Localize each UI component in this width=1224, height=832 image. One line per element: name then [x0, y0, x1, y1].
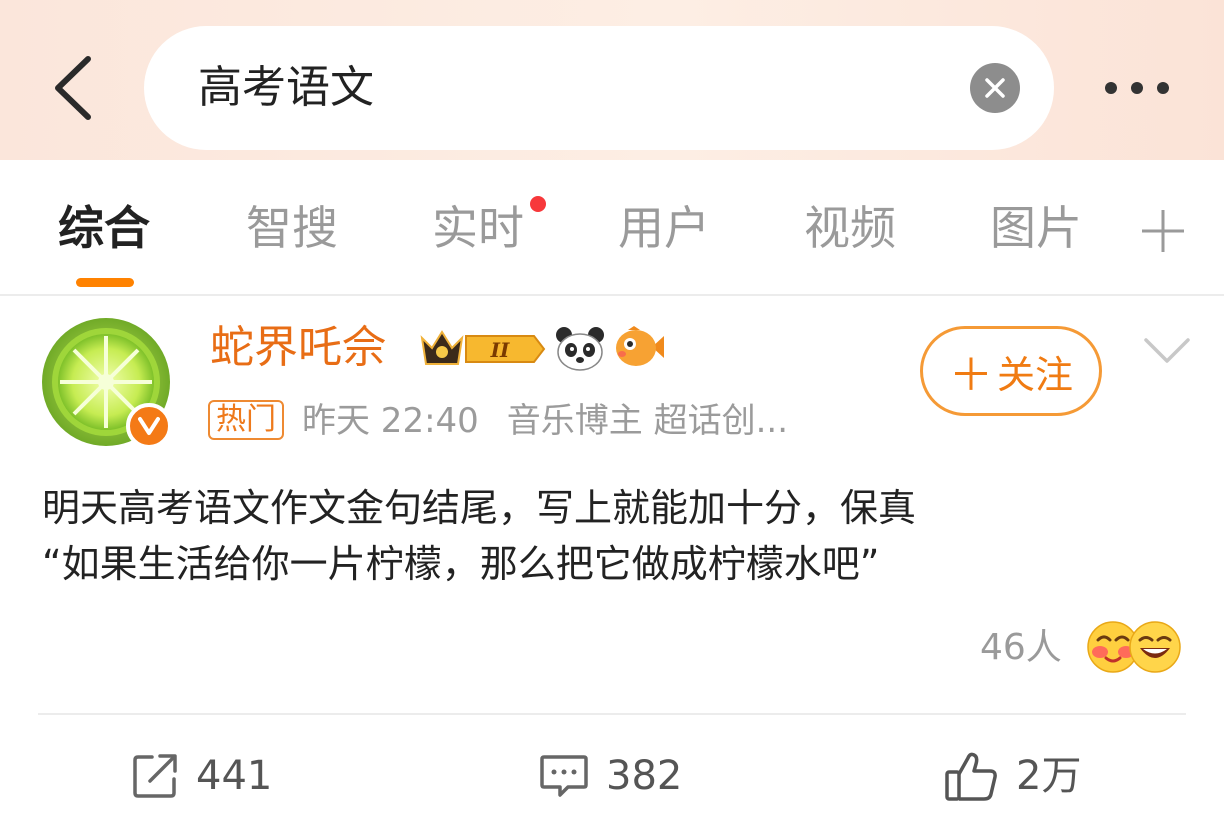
- grin-emoji-icon: [1129, 621, 1181, 673]
- comment-button[interactable]: 382: [538, 746, 682, 806]
- plus-icon[interactable]: [1138, 206, 1188, 256]
- more-dot: [1157, 82, 1169, 94]
- hot-tag: 热门: [208, 400, 284, 440]
- post-text-line: “如果生活给你一片柠檬，那么把它做成柠檬水吧”: [42, 542, 880, 586]
- search-tabs: 综合 智搜 实时 用户 视频 图片: [0, 160, 1224, 296]
- post-meta: 热门 昨天 22:40 音乐博主 超话创...: [208, 398, 788, 444]
- follow-label: 关注: [996, 352, 1073, 397]
- close-icon: [985, 78, 1005, 98]
- user-description: 音乐博主 超话创...: [506, 401, 789, 441]
- tab-realtime[interactable]: 实时: [432, 198, 524, 258]
- search-query-text: 高考语文: [198, 62, 374, 113]
- clear-search-button[interactable]: [970, 63, 1020, 113]
- tab-users[interactable]: 用户: [618, 198, 710, 258]
- like-count: 2万: [1016, 753, 1082, 799]
- more-dot: [1131, 82, 1143, 94]
- crown-level-badge: II: [420, 330, 546, 365]
- follow-button[interactable]: ＋ 关注: [920, 326, 1102, 416]
- post-text-line: 明天高考语文作文金句结尾，写上就能加十分，保真: [42, 486, 917, 530]
- divider: [38, 713, 1186, 715]
- tab-images[interactable]: 图片: [990, 198, 1082, 258]
- fish-icon: [616, 326, 664, 366]
- tab-comprehensive[interactable]: 综合: [58, 198, 150, 258]
- share-icon: [133, 754, 177, 798]
- chevron-down-icon[interactable]: [1142, 334, 1192, 368]
- reaction-count: 46人: [980, 627, 1062, 668]
- comment-count: 382: [606, 753, 683, 799]
- active-tab-indicator: [76, 278, 134, 287]
- share-button[interactable]: 441: [130, 746, 272, 806]
- back-button[interactable]: [40, 50, 104, 126]
- more-options-button[interactable]: [1092, 66, 1182, 110]
- tab-smart-search[interactable]: 智搜: [246, 198, 338, 258]
- search-header: 高考语文: [0, 0, 1224, 160]
- share-count: 441: [196, 753, 273, 799]
- notification-dot: [530, 196, 546, 212]
- panda-icon: [556, 327, 604, 371]
- search-input[interactable]: 高考语文: [144, 26, 1054, 150]
- follow-plus-icon: ＋: [948, 350, 993, 401]
- chevron-left-icon: [55, 56, 91, 120]
- more-horizontal-icon: [1105, 82, 1117, 94]
- comment-icon: [540, 755, 588, 797]
- post-time: 昨天 22:40: [302, 401, 479, 441]
- level-badge-text: II: [490, 338, 510, 362]
- tab-videos[interactable]: 视频: [804, 198, 896, 258]
- thumbs-up-icon: [945, 752, 997, 801]
- like-button[interactable]: 2万: [944, 746, 1081, 806]
- verified-v-icon: [138, 417, 160, 435]
- username-link[interactable]: 蛇界吒佘: [210, 318, 386, 378]
- verified-badge: [126, 403, 172, 449]
- post-body[interactable]: 明天高考语文作文金句结尾，写上就能加十分，保真 “如果生活给你一片柠檬，那么把它…: [42, 480, 1182, 592]
